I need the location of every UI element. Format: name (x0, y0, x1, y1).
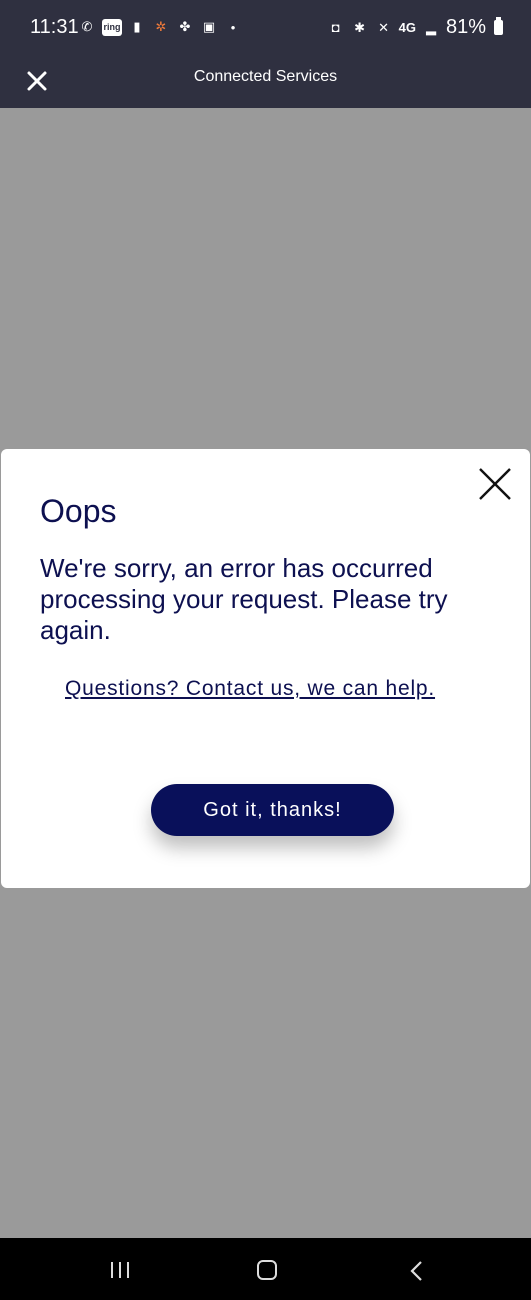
ring-icon: ring (102, 18, 122, 36)
dialog-close-icon[interactable] (478, 467, 512, 501)
error-dialog: Oops We're sorry, an error has occurred … (1, 449, 530, 888)
battery-icon (494, 17, 503, 35)
app-header: Connected Services (0, 56, 531, 108)
whatsapp-icon: ✆ (81, 19, 93, 34)
bluetooth-icon: ✱ (354, 19, 366, 35)
pinwheel-icon: ✤ (179, 19, 191, 34)
got-it-button[interactable]: Got it, thanks! (151, 784, 394, 836)
signal-icon: ▂ (425, 19, 436, 35)
dialog-title: Oops (40, 493, 117, 529)
page-title: Connected Services (193, 68, 338, 85)
notification-icons: ✆ ring ▮ ✲ ✤ ▣ • (78, 18, 242, 36)
notification-icon: ▮ (133, 19, 141, 34)
status-bar: 11:31 ✆ ring ▮ ✲ ✤ ▣ • ◘ ✱ ✕ 4G ▂ 81% (0, 0, 531, 56)
network-type: 4G (398, 20, 416, 35)
app-icon: ✲ (155, 19, 167, 34)
status-time: 11:31 (30, 16, 79, 38)
battery-percent: 81% (445, 16, 486, 38)
contact-us-link[interactable]: Questions? Contact us, we can help. (65, 677, 435, 701)
battery-saver-icon: ◘ (331, 20, 340, 35)
system-nav-bar (0, 1238, 531, 1300)
system-icons: ◘ ✱ ✕ 4G ▂ 81% (327, 16, 503, 39)
gallery-icon: ▣ (202, 19, 216, 34)
mute-icon: ✕ (378, 19, 390, 35)
dot-icon: • (230, 19, 236, 35)
home-icon[interactable] (257, 1260, 277, 1280)
dialog-message: We're sorry, an error has occurred proce… (40, 553, 448, 645)
back-icon[interactable] (408, 1260, 424, 1282)
recents-icon[interactable] (109, 1261, 131, 1279)
